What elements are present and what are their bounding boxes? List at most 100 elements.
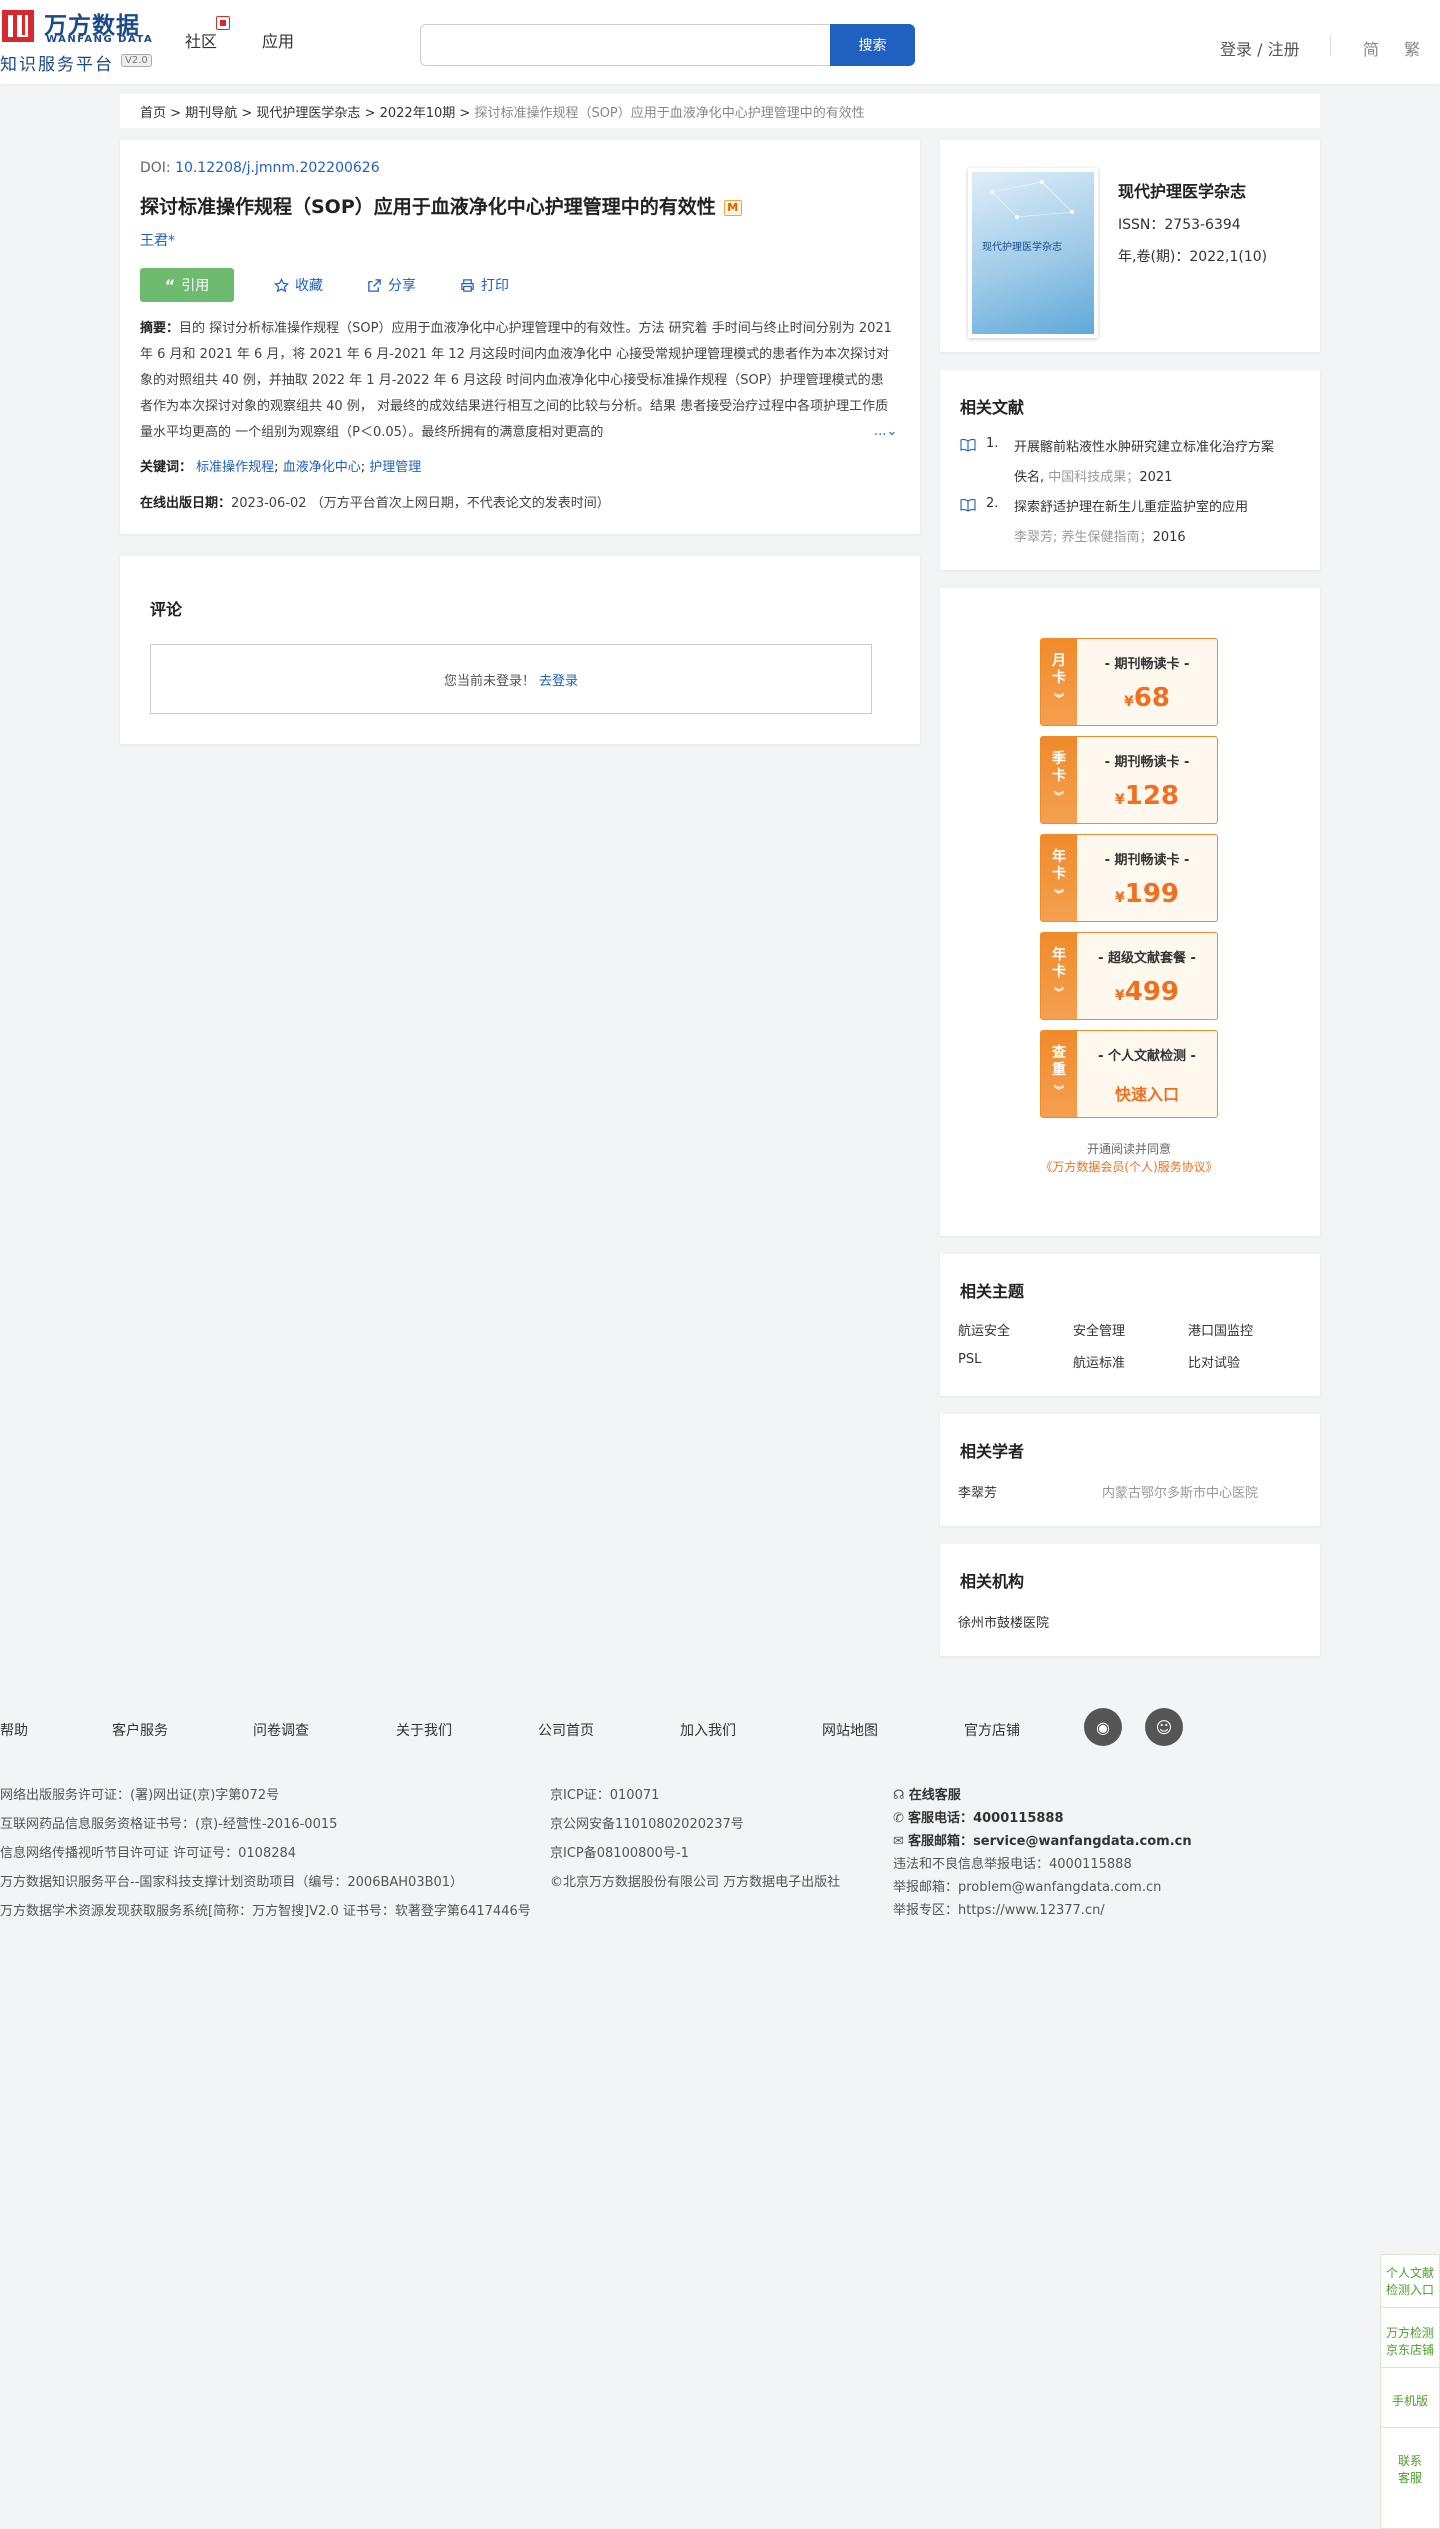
breadcrumb-sep: > xyxy=(170,106,182,121)
promo-check-card[interactable]: 查重 ︾ - 个人文献检测 - 快速入口 xyxy=(1040,1030,1218,1118)
topic-link[interactable]: 航运标准 xyxy=(1073,1352,1125,1371)
journal-volume: 年,卷(期)：2022,1(10) xyxy=(1118,249,1268,265)
go-login-link[interactable]: 去登录 xyxy=(539,670,578,689)
nav-apps[interactable]: 应用 xyxy=(262,28,294,52)
topic-link[interactable]: 安全管理 xyxy=(1073,1320,1125,1339)
double-chevron-icon: ︾ xyxy=(1054,1086,1064,1097)
cite-button[interactable]: “ 引用 xyxy=(140,268,234,302)
medline-icon: M xyxy=(723,200,742,216)
author-link[interactable]: 王君* xyxy=(140,230,175,250)
related-doc-num: 1. xyxy=(986,436,999,451)
breadcrumb-issue[interactable]: 2022年10期 xyxy=(380,106,456,121)
breadcrumb-journal[interactable]: 现代护理医学杂志 xyxy=(256,106,360,121)
breadcrumb-sep: > xyxy=(364,106,376,121)
footer-link-join[interactable]: 加入我们 xyxy=(680,1720,736,1740)
breadcrumb-current: 探讨标准操作规程（SOP）应用于血液净化中心护理管理中的有效性 xyxy=(474,106,865,121)
comment-title: 评论 xyxy=(150,600,183,619)
abstract-expand[interactable]: ...⌄ xyxy=(874,424,897,439)
float-jd-store[interactable]: 万方检测京东店铺 xyxy=(1381,2325,1439,2359)
float-divider xyxy=(1381,2367,1439,2368)
abstract-body: 目的 探讨分析标准操作规程（SOP）应用于血液净化中心护理管理中的有效性。方法 … xyxy=(140,321,892,440)
footer-email[interactable]: ✉ 客服邮箱：service@wanfangdata.com.cn xyxy=(893,1830,1192,1849)
topic-link[interactable]: 港口国监控 xyxy=(1188,1320,1253,1339)
quote-icon: “ xyxy=(164,275,176,295)
wanfang-logo[interactable]: 万方数据 WANFANG DATA 知识服务平台 V2.0 xyxy=(0,6,160,76)
journal-name[interactable]: 现代护理医学杂志 xyxy=(1118,178,1246,202)
login-register-link[interactable]: 登录 / 注册 xyxy=(1220,36,1300,60)
footer-online-service[interactable]: ☊ 在线客服 xyxy=(893,1784,961,1803)
footer-license: 万方数据知识服务平台--国家科技支撑计划资助项目（编号：2006BAH03B01… xyxy=(0,1875,464,1890)
journal-card: 现代护理医学杂志 现代护理医学杂志 ISSN：2753-6394 年,卷(期)：… xyxy=(940,140,1320,352)
promo-price: ¥499 xyxy=(1114,977,1180,1007)
footer-report-email[interactable]: 举报邮箱：problem@wanfangdata.com.cn xyxy=(893,1876,1161,1895)
search-input[interactable] xyxy=(420,24,830,66)
topic-link[interactable]: PSL xyxy=(958,1352,981,1367)
footer-report-phone: 违法和不良信息举报电话：4000115888 xyxy=(893,1857,1132,1872)
scholar-name[interactable]: 李翠芳 xyxy=(958,1482,997,1501)
promo-super-card[interactable]: 年卡 ︾ - 超级文献套餐 - ¥499 xyxy=(1040,932,1218,1020)
not-logged-text: 您当前未登录！ xyxy=(443,673,535,689)
breadcrumb-journal-nav[interactable]: 期刊导航 xyxy=(185,106,237,121)
related-doc-title[interactable]: 开展髂前粘液性水肿研究建立标准化治疗方案 xyxy=(1014,436,1274,455)
footer-link-service[interactable]: 客户服务 xyxy=(112,1720,168,1740)
promo-yearly-card[interactable]: 年卡 ︾ - 期刊畅读卡 - ¥199 xyxy=(1040,834,1218,922)
float-divider xyxy=(1381,2307,1439,2308)
footer-icp[interactable]: 京ICP证：010071 xyxy=(550,1784,659,1803)
keyword-link[interactable]: 血液净化中心 xyxy=(283,460,361,475)
pubdate-value: 2023-06-02 xyxy=(231,496,307,511)
journal-cover[interactable]: 现代护理医学杂志 xyxy=(968,168,1098,338)
promo-agreement-link[interactable]: 《万方数据会员(个人)服务协议》 xyxy=(940,1158,1318,1175)
share-label: 分享 xyxy=(388,278,416,294)
wechat-icon[interactable]: ☺ xyxy=(1145,1708,1183,1746)
footer-link-sitemap[interactable]: 网站地图 xyxy=(822,1720,878,1740)
abstract-label: 摘要： xyxy=(140,321,180,336)
keywords-label: 关键词： xyxy=(140,460,193,475)
promo-quick-entry: 快速入口 xyxy=(1114,1085,1179,1104)
promo-side-label: 季卡 ︾ xyxy=(1041,737,1077,823)
print-button[interactable]: 打印 xyxy=(460,275,509,295)
promo-name: - 个人文献检测 - xyxy=(1098,1049,1196,1064)
lang-traditional[interactable]: 繁 xyxy=(1404,36,1420,60)
float-mobile[interactable]: 手机版 xyxy=(1381,2393,1439,2410)
double-chevron-icon: ︾ xyxy=(1054,694,1064,705)
footer-link-store[interactable]: 官方店铺 xyxy=(964,1720,1020,1740)
float-check-entry[interactable]: 个人文献检测入口 xyxy=(1381,2265,1439,2299)
promo-quarterly-card[interactable]: 季卡 ︾ - 期刊畅读卡 - ¥128 xyxy=(1040,736,1218,824)
logo-version-badge: V2.0 xyxy=(121,54,152,67)
footer-phone: ✆ 客服电话：4000115888 xyxy=(893,1811,1064,1826)
doi-link[interactable]: 10.12208/j.jmnm.202200626 xyxy=(175,160,380,176)
float-contact[interactable]: 联系客服 xyxy=(1381,2453,1439,2487)
topic-link[interactable]: 航运安全 xyxy=(958,1320,1010,1339)
share-button[interactable]: 分享 xyxy=(367,275,416,295)
print-label: 打印 xyxy=(481,278,509,294)
footer-link-about[interactable]: 关于我们 xyxy=(396,1720,452,1740)
keyword-link[interactable]: 护理管理 xyxy=(369,460,421,475)
related-doc-meta: 李翠芳; 养生保健指南；2016 xyxy=(1014,530,1186,545)
collect-button[interactable]: 收藏 xyxy=(274,275,323,295)
org-link[interactable]: 徐州市鼓楼医院 xyxy=(958,1612,1049,1631)
lang-simplified[interactable]: 简 xyxy=(1363,36,1379,60)
cover-title: 现代护理医学杂志 xyxy=(982,242,1062,253)
phone-icon: ✆ xyxy=(893,1811,904,1826)
footer-icp[interactable]: 京公网安备11010802020237号 xyxy=(550,1813,744,1832)
promo-monthly-card[interactable]: 月卡 ︾ - 期刊畅读卡 - ¥68 xyxy=(1040,638,1218,726)
article-title-text: 探讨标准操作规程（SOP）应用于血液净化中心护理管理中的有效性 xyxy=(140,196,716,218)
footer-report-site[interactable]: 举报专区：https://www.12377.cn/ xyxy=(893,1899,1105,1918)
footer-link-company[interactable]: 公司首页 xyxy=(538,1720,594,1740)
related-doc-author: 李翠芳 xyxy=(1014,530,1054,545)
nav-community[interactable]: 社区 xyxy=(185,28,217,52)
weibo-icon[interactable]: ◉ xyxy=(1084,1708,1122,1746)
footer-icp[interactable]: 京ICP备08100800号-1 xyxy=(550,1842,689,1861)
related-doc-source: 养生保健指南 xyxy=(1061,530,1140,545)
footer-link-help[interactable]: 帮助 xyxy=(0,1720,28,1740)
breadcrumb-home[interactable]: 首页 xyxy=(140,106,166,121)
footer-link-survey[interactable]: 问卷调查 xyxy=(253,1720,309,1740)
floating-sidebar: 个人文献检测入口 万方检测京东店铺 手机版 联系客服 xyxy=(1380,2254,1440,2529)
keyword-link[interactable]: 标准操作规程 xyxy=(196,460,274,475)
topic-link[interactable]: 比对试验 xyxy=(1188,1352,1240,1371)
breadcrumb-sep: > xyxy=(241,106,253,121)
promo-name: - 期刊畅读卡 - xyxy=(1104,657,1190,672)
related-doc-title[interactable]: 探索舒适护理在新生儿重症监护室的应用 xyxy=(1014,496,1248,515)
search-button[interactable]: 搜索 xyxy=(830,24,915,66)
article-title: 探讨标准操作规程（SOP）应用于血液净化中心护理管理中的有效性 M xyxy=(140,192,742,219)
